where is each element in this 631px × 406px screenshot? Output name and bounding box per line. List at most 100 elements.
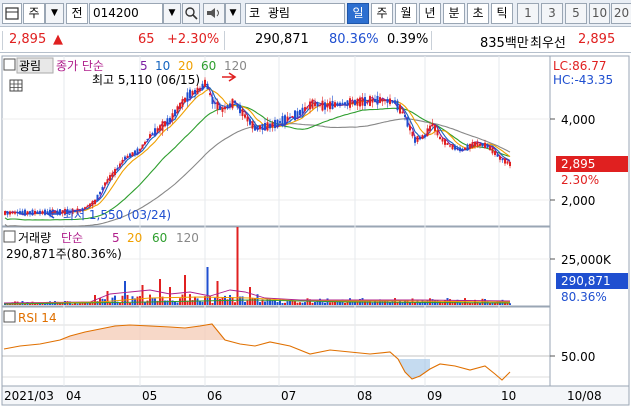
- candle-body: [464, 147, 466, 150]
- volume-bar: [389, 302, 391, 305]
- tab-period-4[interactable]: 분: [443, 3, 465, 24]
- volume-bar: [394, 298, 396, 305]
- candle-body: [201, 83, 204, 90]
- volume-bar: [196, 298, 199, 305]
- volume-bar: [344, 302, 346, 305]
- candle-body: [404, 114, 406, 118]
- lc-value: LC:86.77: [553, 59, 606, 73]
- interval-button-5[interactable]: 5: [565, 3, 587, 24]
- candle-body: [26, 211, 29, 214]
- search-icon[interactable]: [182, 3, 200, 24]
- hc-value: HC:-43.35: [553, 73, 613, 87]
- interval-button-1[interactable]: 1: [517, 3, 539, 24]
- candle-body: [284, 115, 286, 125]
- candle-body: [424, 134, 426, 138]
- candle-body: [356, 98, 359, 106]
- candle-body: [6, 211, 9, 215]
- candle-body: [124, 156, 126, 160]
- candle-body: [506, 161, 509, 164]
- candle-body: [199, 88, 201, 92]
- candle-body: [294, 110, 296, 121]
- candle-body: [109, 175, 111, 181]
- low-annotation: 최저 1,550 (03/24): [63, 208, 171, 222]
- candle-body: [399, 104, 401, 114]
- candle-body: [469, 143, 471, 149]
- candle-body: [339, 102, 341, 106]
- x-label-2021-03: 2021/03: [4, 389, 54, 403]
- candle-body: [119, 163, 121, 167]
- volume-bar: [189, 294, 191, 305]
- tab-period-1[interactable]: 주: [371, 3, 393, 24]
- stock-code-input[interactable]: 014200: [89, 3, 163, 24]
- candle-body: [371, 98, 374, 103]
- code-dropdown-arrow[interactable]: ▼: [163, 3, 181, 24]
- tab-period-6[interactable]: 틱: [491, 3, 513, 24]
- candle-body: [311, 99, 314, 109]
- speaker-dropdown-arrow[interactable]: ▼: [225, 3, 241, 24]
- candle-body: [116, 167, 119, 170]
- volume-bar: [289, 300, 291, 305]
- tab-period-2[interactable]: 월: [395, 3, 417, 24]
- volume-ma-5: 5: [112, 231, 120, 245]
- candle-body: [471, 142, 474, 149]
- volume-bar: [29, 303, 31, 305]
- x-label-07: 07: [281, 389, 296, 403]
- interval-button-3[interactable]: 3: [541, 3, 563, 24]
- candle-body: [351, 101, 354, 104]
- speaker-icon[interactable]: [203, 3, 225, 24]
- candle-body: [421, 135, 424, 139]
- candle-body: [481, 143, 484, 147]
- candle-body: [406, 117, 409, 127]
- candle-body: [449, 145, 451, 147]
- candle-body: [229, 103, 231, 107]
- rsi-panel-toggle-icon[interactable]: [3, 310, 16, 323]
- candle-body: [39, 210, 41, 214]
- market-select[interactable]: 주: [23, 3, 45, 24]
- grid-table-icon[interactable]: [9, 79, 23, 92]
- volume-bar: [299, 302, 301, 305]
- chart-menu-icon[interactable]: [2, 3, 22, 24]
- volume-bar: [276, 302, 279, 305]
- candle-body: [389, 98, 391, 105]
- panel-toggle-icon[interactable]: [3, 58, 16, 71]
- stock-name-field[interactable]: 코 광림: [245, 3, 345, 24]
- candle-body: [274, 119, 276, 129]
- interval-button-10[interactable]: 10: [589, 3, 610, 24]
- volume-last-tag: 290,871: [561, 274, 611, 288]
- candle-body: [456, 147, 459, 150]
- candle-body: [4, 211, 6, 215]
- volume-bar: [211, 302, 214, 305]
- volume-bar: [39, 303, 41, 305]
- market-dropdown-arrow[interactable]: ▼: [45, 3, 64, 24]
- candle-body: [191, 90, 194, 96]
- candle-body: [321, 100, 324, 111]
- candle-body: [459, 147, 461, 152]
- tab-period-3[interactable]: 년: [419, 3, 441, 24]
- candle-body: [19, 211, 21, 215]
- volume-bar: [321, 302, 324, 305]
- candle-body: [436, 130, 439, 136]
- volume-bar: [269, 298, 271, 305]
- candle-body: [446, 143, 449, 145]
- volume-bar: [181, 294, 184, 305]
- volume-bar: [259, 302, 261, 305]
- candle-body: [146, 138, 149, 141]
- candle-body: [396, 100, 399, 111]
- candle-body: [474, 141, 476, 147]
- current-price: 2,895: [9, 32, 47, 47]
- tab-period-0[interactable]: 일: [347, 3, 369, 24]
- candle-body: [151, 132, 154, 136]
- stock-name: 광림: [267, 6, 290, 20]
- candle-body: [206, 83, 209, 90]
- volume-ma-label: 단순: [61, 231, 83, 245]
- volume-panel-toggle-icon[interactable]: [3, 230, 16, 243]
- candle-body: [171, 113, 174, 120]
- interval-button-20[interactable]: 20: [611, 3, 631, 24]
- stock-chart[interactable]: 광림 종가 단순 5 10 20 60 120 최고 5,110 (06/15)…: [0, 54, 631, 406]
- volume-bar: [311, 302, 314, 305]
- type-select[interactable]: 전: [66, 3, 88, 24]
- candle-body: [126, 155, 129, 158]
- last-price-tag: 2,895: [561, 157, 595, 171]
- volume-bar: [296, 302, 299, 305]
- tab-period-5[interactable]: 초: [467, 3, 489, 24]
